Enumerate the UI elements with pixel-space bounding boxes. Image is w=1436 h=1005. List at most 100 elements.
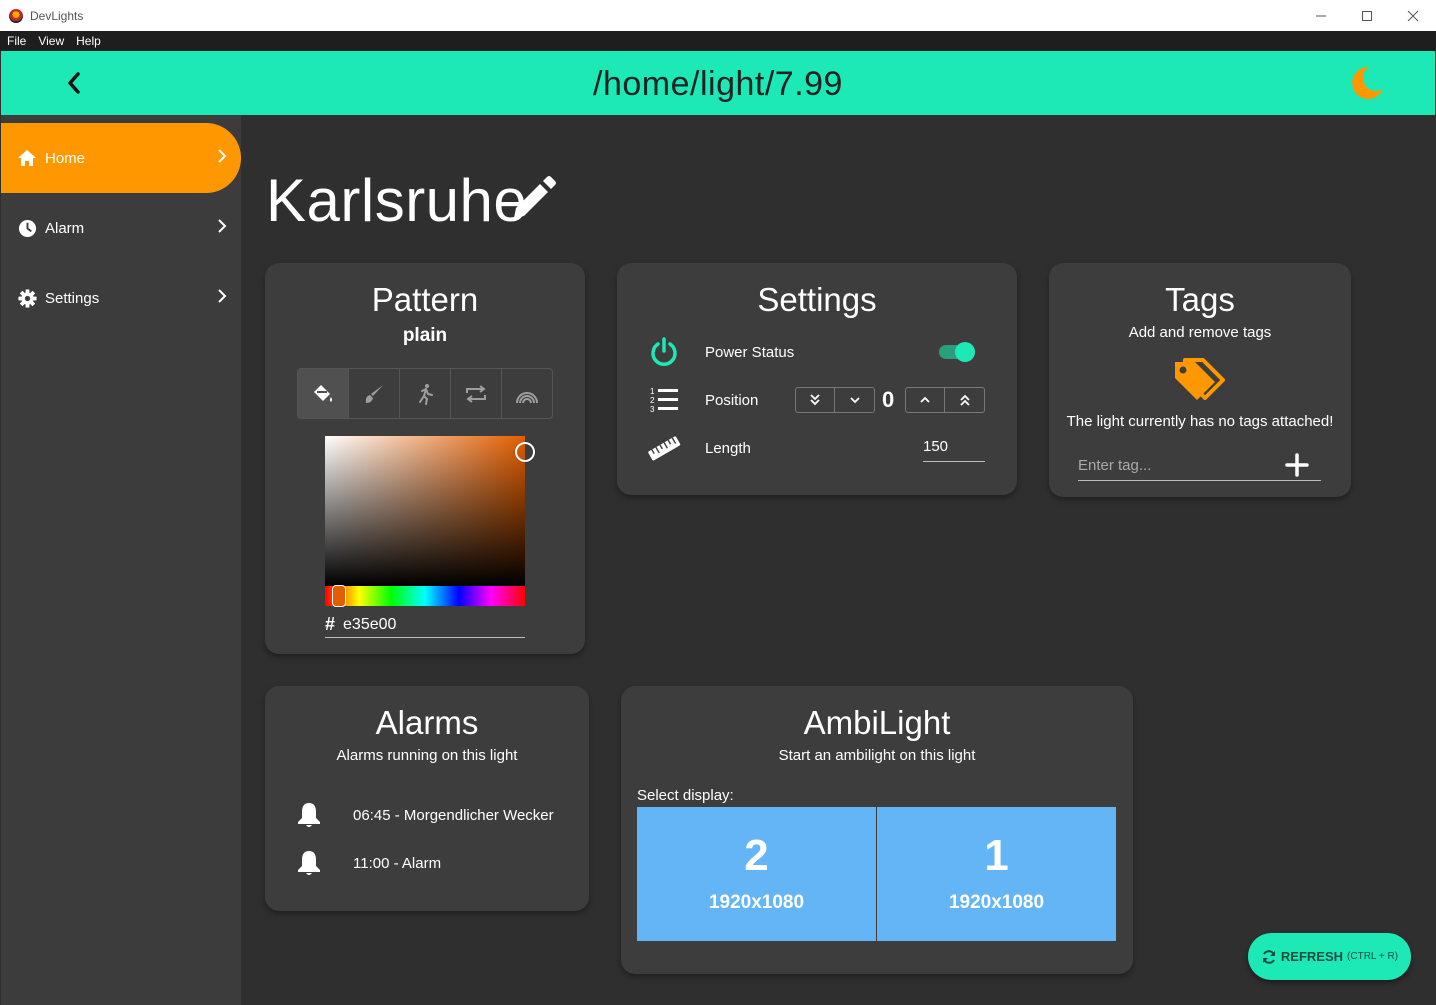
paint-bucket-icon xyxy=(314,384,332,402)
alarms-subtitle: Alarms running on this light xyxy=(336,747,518,764)
app-logo-icon xyxy=(9,8,23,23)
running-icon xyxy=(419,383,433,405)
header-title: /home/light/7.99 xyxy=(593,65,843,103)
tags-card: Tags Add and remove tags The light curre… xyxy=(1049,263,1351,497)
toggle-knob xyxy=(955,342,975,362)
pattern-title: Pattern xyxy=(371,281,479,318)
power-toggle[interactable] xyxy=(939,342,975,362)
window-titlebar: DevLights xyxy=(0,0,1436,31)
chevron-right-icon xyxy=(218,149,227,163)
menu-file[interactable]: File xyxy=(7,34,26,48)
bell-icon xyxy=(295,800,323,830)
saturation-value-picker[interactable] xyxy=(325,436,525,586)
repeat-icon xyxy=(466,384,486,403)
alarm-item[interactable]: 06:45 - Morgendlicher Wecker xyxy=(295,798,554,832)
refresh-label: REFRESH xyxy=(1280,949,1344,964)
refresh-button[interactable]: REFRESH (CTRL + R) xyxy=(1248,933,1411,980)
minimize-button[interactable] xyxy=(1298,0,1344,31)
hue-slider-handle[interactable] xyxy=(332,585,346,607)
display-number: 1 xyxy=(984,831,1009,880)
length-input[interactable]: 150 xyxy=(923,434,985,462)
svg-text:2: 2 xyxy=(650,396,655,405)
numbered-list-icon: 1 2 3 xyxy=(647,383,681,417)
pattern-name: plain xyxy=(402,325,448,346)
brush-icon xyxy=(365,384,383,403)
hue-slider[interactable] xyxy=(325,586,525,606)
position-decrease-fast-button[interactable] xyxy=(796,388,835,412)
tab-brush[interactable] xyxy=(349,369,400,418)
tags-icon xyxy=(1173,358,1227,407)
position-decrease-button[interactable] xyxy=(835,388,874,412)
chevron-right-icon xyxy=(218,219,227,233)
alarm-item[interactable]: 11:00 - Alarm xyxy=(295,846,441,880)
tab-plain[interactable] xyxy=(298,369,349,418)
sidebar-item-settings[interactable]: Settings xyxy=(1,263,241,333)
svg-text:1: 1 xyxy=(650,387,655,396)
pattern-tabs xyxy=(297,368,553,419)
hex-color-value: e35e00 xyxy=(343,615,397,633)
double-chevron-down-icon xyxy=(810,394,820,406)
menu-view[interactable]: View xyxy=(38,34,64,48)
close-icon xyxy=(1407,10,1419,21)
moon-icon xyxy=(1352,66,1383,99)
tab-running[interactable] xyxy=(400,369,451,418)
rainbow-icon xyxy=(516,391,538,403)
ambilight-subtitle: Start an ambilight on this light xyxy=(778,747,976,764)
edit-name-button[interactable] xyxy=(510,174,558,227)
alarm-label: 11:00 - Alarm xyxy=(353,854,442,872)
position-increase-button[interactable] xyxy=(906,388,945,412)
tab-rainbow[interactable] xyxy=(502,369,552,418)
page-title: Karlsruhe xyxy=(266,167,528,234)
alarm-label: 06:45 - Morgendlicher Wecker xyxy=(353,806,554,824)
bell-icon xyxy=(295,848,323,878)
tags-title: Tags xyxy=(1165,281,1235,318)
display-tile[interactable]: 1 1920x1080 xyxy=(877,807,1116,941)
alarms-card: Alarms Alarms running on this light 06:4… xyxy=(265,686,589,911)
tab-repeat[interactable] xyxy=(451,369,502,418)
svg-text:3: 3 xyxy=(650,405,655,414)
no-tags-message: The light currently has no tags attached… xyxy=(1066,413,1334,430)
select-display-label: Select display: xyxy=(637,787,734,804)
theme-toggle-button[interactable] xyxy=(1345,63,1385,103)
app-header: /home/light/7.99 xyxy=(1,51,1435,115)
sidebar-item-home[interactable]: Home xyxy=(1,123,241,193)
display-number: 2 xyxy=(744,831,769,880)
position-label: Position xyxy=(705,391,759,409)
menu-bar: File View Help xyxy=(0,31,1436,51)
add-tag-button[interactable] xyxy=(1285,453,1311,479)
window-controls xyxy=(1298,0,1436,31)
window-title: DevLights xyxy=(30,8,84,23)
maximize-button[interactable] xyxy=(1344,0,1390,31)
power-status-row: Power Status xyxy=(617,332,1017,372)
settings-card: Settings Power Status 1 2 3 Position 0 L… xyxy=(617,263,1017,495)
chevron-down-icon xyxy=(849,397,860,404)
menu-help[interactable]: Help xyxy=(76,34,101,48)
close-button[interactable] xyxy=(1390,0,1436,31)
double-chevron-up-icon xyxy=(959,394,970,406)
chevron-up-icon xyxy=(920,396,930,403)
display-tile[interactable]: 2 1920x1080 xyxy=(637,807,876,941)
sidebar-item-label: Home xyxy=(45,149,86,167)
tags-subtitle: Add and remove tags xyxy=(1128,324,1272,341)
ruler-icon xyxy=(647,431,681,465)
pencil-icon xyxy=(514,176,556,218)
display-resolution: 1920x1080 xyxy=(948,892,1045,913)
sidebar-item-alarm[interactable]: Alarm xyxy=(1,193,241,263)
clock-icon xyxy=(17,218,37,238)
home-icon xyxy=(17,148,37,168)
sidebar-item-label: Alarm xyxy=(45,219,85,237)
gear-icon xyxy=(17,288,37,308)
chevron-right-icon xyxy=(218,289,227,303)
minimize-icon xyxy=(1316,15,1326,16)
display-resolution: 1920x1080 xyxy=(708,892,805,913)
position-increase-fast-button[interactable] xyxy=(945,388,984,412)
hex-color-input[interactable]: # e35e00 xyxy=(325,612,525,638)
position-decrease-group xyxy=(795,387,875,413)
refresh-shortcut: (CTRL + R) xyxy=(1347,951,1399,962)
maximize-icon xyxy=(1362,10,1372,21)
color-picker-handle[interactable] xyxy=(515,442,535,462)
plus-icon xyxy=(1285,453,1309,477)
ambilight-title: AmbiLight xyxy=(803,704,951,741)
settings-title: Settings xyxy=(757,281,877,318)
power-status-label: Power Status xyxy=(705,343,795,361)
